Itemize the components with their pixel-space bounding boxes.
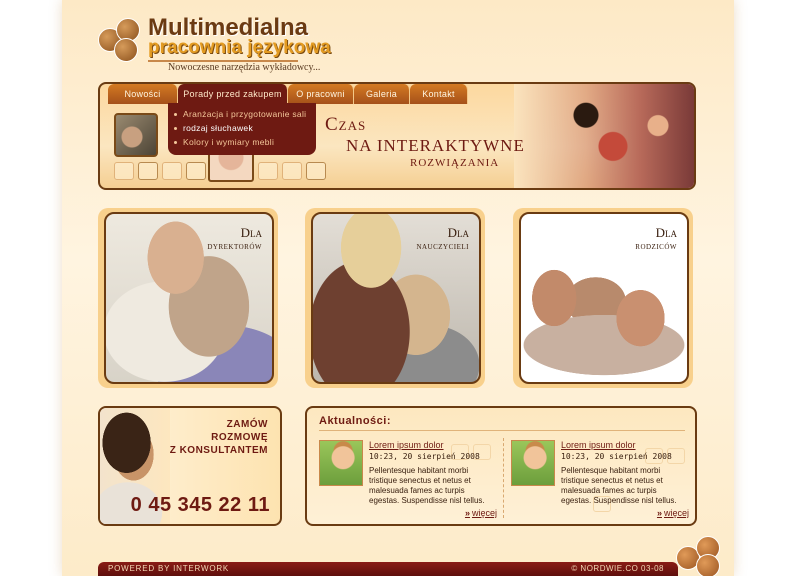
- banner-thumbnail-strip-2: [258, 162, 326, 180]
- card-dyrektorzy[interactable]: Dla dyrektorów: [98, 208, 278, 388]
- nav-tab-porady[interactable]: Porady przed zakupem: [178, 84, 288, 104]
- submenu-item-label: rodzaj słuchawek: [183, 123, 253, 133]
- card-rodzice[interactable]: Dla rodziców: [513, 208, 693, 388]
- submenu-item-label: Aranżacja i przygotowanie sali: [183, 109, 307, 119]
- banner-thumbnail-1[interactable]: [114, 113, 158, 157]
- news-more-link[interactable]: » więcej: [657, 508, 689, 518]
- footer-bar: POWERED BY INTERWORK © NORDWIE.CO 03-08: [98, 562, 678, 576]
- news-thumbnail[interactable]: [319, 440, 363, 486]
- consultant-cta: ZAMÓW ROZMOWĘ Z KONSULTANTEM: [170, 418, 268, 457]
- card-label: Dla dyrektorów: [207, 226, 262, 254]
- card-label: Dla rodziców: [635, 226, 677, 254]
- logo-circles-icon: [98, 18, 148, 64]
- logo-tagline: Nowoczesne narzędzia wykładowcy...: [168, 62, 321, 73]
- consultant-cta-line2: ROZMOWĘ: [211, 432, 268, 443]
- thumbnail-slot[interactable]: [186, 162, 206, 180]
- card-photo-parents: Dla rodziców: [519, 212, 689, 384]
- thumbnail-slot[interactable]: [114, 162, 134, 180]
- banner-headline-1: Czas: [325, 114, 367, 135]
- banner-headline-2: na interaktywne: [346, 136, 525, 155]
- footer-credits[interactable]: POWERED BY INTERWORK: [108, 564, 229, 573]
- news-body: Pellentesque habitant morbi tristique se…: [369, 466, 485, 505]
- consultant-phone[interactable]: 0 45 345 22 11: [131, 494, 270, 517]
- card-label-line1: Dla: [447, 225, 469, 240]
- thumbnail-slot[interactable]: [282, 162, 302, 180]
- card-nauczyciele[interactable]: Dla nauczycieli: [305, 208, 485, 388]
- thumbnail-slot[interactable]: [138, 162, 158, 180]
- bullet-icon: [174, 112, 177, 116]
- news-date: 10:23, 20 sierpień 2008: [369, 452, 480, 461]
- submenu-item-label: Kolory i wymiary mebli: [183, 137, 275, 147]
- footer-logo-circles-icon: [672, 532, 730, 576]
- news-headline[interactable]: Lorem ipsum dolor: [369, 440, 444, 450]
- news-date: 10:23, 20 sierpień 2008: [561, 452, 672, 461]
- card-label-line1: Dla: [240, 225, 262, 240]
- news-item: Lorem ipsum dolor 10:23, 20 sierpień 200…: [511, 438, 693, 522]
- nav-submenu: Aranżacja i przygotowanie sali rodzaj sł…: [168, 103, 316, 155]
- submenu-item-aranzacja[interactable]: Aranżacja i przygotowanie sali: [174, 107, 316, 121]
- card-label-line2: dyrektorów: [207, 241, 262, 252]
- nav-tab-nowosci[interactable]: Nowości: [108, 84, 178, 104]
- bullet-icon: [174, 126, 177, 130]
- submenu-item-sluchawki[interactable]: rodzaj słuchawek: [174, 121, 316, 135]
- news-more-label: więcej: [663, 508, 689, 518]
- logo-title-line2: pracownia językowa: [148, 37, 331, 58]
- nav-tab-kontakt[interactable]: Kontakt: [410, 84, 468, 104]
- news-headline[interactable]: Lorem ipsum dolor: [561, 440, 636, 450]
- nav-tab-galeria[interactable]: Galeria: [354, 84, 410, 104]
- nav-tab-o-pracowni[interactable]: O pracowni: [288, 84, 354, 104]
- thumbnail-slot[interactable]: [306, 162, 326, 180]
- consultant-box[interactable]: ZAMÓW ROZMOWĘ Z KONSULTANTEM 0 45 345 22…: [98, 406, 282, 526]
- news-item: Lorem ipsum dolor 10:23, 20 sierpień 200…: [319, 438, 501, 522]
- footer-copyright: © NORDWIE.CO 03-08: [571, 564, 664, 573]
- consultant-cta-line1: ZAMÓW: [226, 419, 268, 430]
- banner-headline-3: rozwiązania: [410, 157, 500, 169]
- card-label-line2: rodziców: [635, 241, 677, 252]
- submenu-item-kolory[interactable]: Kolory i wymiary mebli: [174, 135, 316, 149]
- double-chevron-right-icon: »: [464, 508, 470, 518]
- news-title: Aktualności:: [319, 415, 392, 427]
- news-divider: [319, 430, 685, 431]
- double-chevron-right-icon: »: [656, 508, 662, 518]
- thumbnail-slot[interactable]: [258, 162, 278, 180]
- news-thumbnail[interactable]: [511, 440, 555, 486]
- card-photo-teachers: Dla nauczycieli: [311, 212, 481, 384]
- card-label-line1: Dla: [655, 225, 677, 240]
- news-separator: [503, 438, 504, 518]
- news-more-link[interactable]: » więcej: [465, 508, 497, 518]
- bullet-icon: [174, 140, 177, 144]
- banner-classroom-photo: [514, 84, 694, 188]
- news-panel: Aktualności: Lorem ipsum dolor 10:23, 20…: [305, 406, 697, 526]
- consultant-cta-line3: Z KONSULTANTEM: [169, 445, 268, 456]
- site-logo[interactable]: Multimedialna pracownia językowa Nowocze…: [96, 12, 336, 76]
- card-label: Dla nauczycieli: [416, 226, 469, 254]
- thumbnail-slot[interactable]: [162, 162, 182, 180]
- news-more-label: więcej: [471, 508, 497, 518]
- card-label-line2: nauczycieli: [416, 241, 469, 252]
- card-photo-directors: Dla dyrektorów: [104, 212, 274, 384]
- banner-thumbnail-strip: [114, 162, 206, 180]
- news-body: Pellentesque habitant morbi tristique se…: [561, 466, 677, 505]
